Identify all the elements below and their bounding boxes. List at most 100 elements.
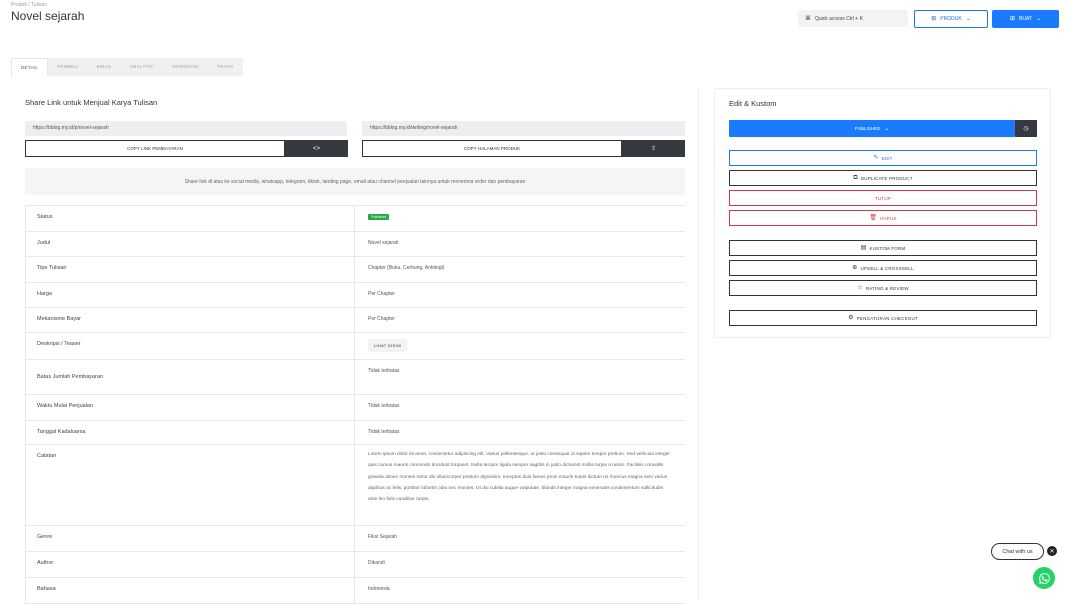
table-row: Tipe Tulisan Chapter (Buku, Cerbung, Ant… [25, 257, 685, 283]
checkout-label: PENGATURAN CHECKOUT [856, 315, 918, 321]
judul-value: Novel sejarah [368, 240, 399, 246]
table-row: Batas Jumlah Pembayaran Tidak terbatas [25, 360, 685, 395]
close-icon[interactable]: ✕ [1047, 546, 1057, 556]
share-button[interactable]: ⇧ [622, 140, 685, 157]
catatan-label: Catatan [25, 445, 355, 525]
mekanisme-value: Per Chapter [368, 316, 395, 322]
edit-kustom-panel: Edit & Kustom PUBLISHED ⌄ ◷ ✎ EDIT ⧉ DUP… [714, 88, 1051, 338]
tutup-button[interactable]: TUTUP [729, 190, 1037, 206]
produk-dropdown-button[interactable]: ⊞ PRODUK ⌄ [914, 10, 988, 28]
table-row: Author Dikandi [25, 552, 685, 578]
top-bar: Produk / Tulisan Novel sejarah ⌘ Quick a… [0, 0, 1065, 40]
edit-label: EDIT [881, 155, 893, 161]
waktu-label: Waktu Mulai Penjualan [25, 395, 355, 420]
genre-label: Genre [25, 526, 355, 551]
plus-box-icon: ⊞ [1009, 16, 1016, 22]
command-icon: ⌘ [805, 15, 811, 22]
table-row: Mekanisme Bayar Per Chapter [25, 308, 685, 333]
detail-table: Status Published Judul Novel sejarah Tip… [25, 205, 685, 604]
harga-label: Harga [25, 283, 355, 307]
breadcrumb[interactable]: Produk / Tulisan [11, 2, 47, 8]
page-title: Novel sejarah [11, 9, 85, 23]
status-badge: Published [368, 214, 390, 220]
product-link-field[interactable]: https://bblog.my.id/writing/novel-sejara… [362, 121, 685, 136]
detail-panel: Share Link untuk Menjual Karya Tulisan h… [11, 88, 699, 604]
tab-detail[interactable]: DETAIL [11, 58, 49, 76]
table-row: Waktu Mulai Penjualan Tidak terbatas [25, 395, 685, 421]
table-row: Catatan Lorem ipsum dolor sit amet, cons… [25, 445, 685, 526]
lihat-disini-button[interactable]: LIHAT DISINI [368, 339, 408, 352]
tab-track[interactable]: TRACK [208, 58, 243, 76]
gear-icon: ⚙ [848, 315, 854, 321]
batas-value: Tidak terbatas [368, 368, 400, 374]
waktu-value: Tidak terbatas [368, 403, 400, 409]
judul-label: Judul [25, 232, 355, 256]
copy-icon: ⧉ [853, 175, 858, 181]
bahasa-label: Bahasa [25, 578, 355, 603]
kadaluarsa-value: Tidak terbatas [368, 429, 400, 435]
kustom-form-button[interactable]: ▤ KUSTOM FORM [729, 240, 1037, 256]
whatsapp-button[interactable] [1033, 567, 1055, 589]
deskripsi-label: Deskripsi / Teaser [25, 333, 355, 359]
tab-analytic[interactable]: ANALYTIC [121, 58, 163, 76]
chevron-down-icon: ⌄ [965, 16, 971, 22]
upsell-label: UPSELL & CROSSSELL [860, 265, 914, 271]
share-icon: ⇧ [650, 146, 657, 152]
table-row: Bahasa Indonesia [25, 578, 685, 604]
copy-product-page-button[interactable]: COPY HALAMAN PRODUK [362, 140, 622, 157]
table-row: Genre Fiksi Sejarah [25, 526, 685, 552]
plus-box-icon: ⊞ [931, 16, 937, 22]
mekanisme-label: Mekanisme Bayar [25, 308, 355, 332]
clock-icon: ◷ [1023, 126, 1029, 132]
embed-code-button[interactable]: <> [285, 140, 348, 157]
catatan-value: Lorem ipsum dolor sit amet, consectetur … [368, 452, 671, 503]
status-label: Status [25, 206, 355, 231]
edit-icon: ✎ [873, 155, 879, 161]
tab-pembeli[interactable]: PEMBELI [48, 58, 88, 76]
share-title: Share Link untuk Menjual Karya Tulisan [25, 98, 158, 107]
duplicate-product-button[interactable]: ⧉ DUPLICATE PRODUCT [729, 170, 1037, 186]
tipe-label: Tipe Tulisan [25, 257, 355, 282]
share-notice: Share link di atas ke social media, what… [25, 168, 685, 195]
buat-dropdown-button[interactable]: ⊞ BUAT ⌄ [992, 10, 1059, 28]
tab-bar: DETAIL PEMBELI EMAIL ANALYTIC INTEGRASI … [11, 58, 243, 76]
author-label: Author [25, 552, 355, 577]
side-title: Edit & Kustom [729, 99, 777, 108]
chevron-down-icon: ⌄ [884, 125, 890, 132]
edit-button[interactable]: ✎ EDIT [729, 150, 1037, 166]
star-icon: ☆ [857, 285, 863, 291]
author-value: Dikandi [368, 560, 385, 566]
pengaturan-checkout-button[interactable]: ⚙ PENGATURAN CHECKOUT [729, 310, 1037, 326]
table-row: Deskripsi / Teaser LIHAT DISINI [25, 333, 685, 360]
produk-label: PRODUK [940, 16, 962, 22]
quick-access-label: Quick access Ctrl + K [815, 15, 863, 22]
whatsapp-icon [1038, 572, 1050, 584]
copy-payment-link-button[interactable]: COPY LINK PEMBAYARAN [25, 140, 285, 157]
form-icon: ▤ [860, 245, 867, 251]
hapus-button[interactable]: 🗑 HAPUS [729, 210, 1037, 226]
table-row: Tanggal Kadaluarsa Tidak terbatas [25, 421, 685, 445]
status-value: Published [355, 206, 685, 231]
history-button[interactable]: ◷ [1015, 120, 1037, 137]
trash-icon: 🗑 [869, 215, 878, 221]
chat-with-us-bubble[interactable]: Chat with us [991, 543, 1044, 560]
table-row: Judul Novel sejarah [25, 232, 685, 257]
duplicate-label: DUPLICATE PRODUCT [860, 175, 913, 181]
table-row: Status Published [25, 206, 685, 232]
published-dropdown-button[interactable]: PUBLISHED ⌄ [729, 120, 1015, 137]
quick-access-button[interactable]: ⌘ Quick access Ctrl + K [798, 10, 908, 27]
kustom-form-label: KUSTOM FORM [869, 245, 906, 251]
rating-review-button[interactable]: ☆ RATING & REVIEW [729, 280, 1037, 296]
payment-link-field[interactable]: https://bblog.my.id/p/novel-sejarah [25, 121, 347, 136]
table-row: Harga Per Chapter [25, 283, 685, 308]
tipe-value: Chapter (Buku, Cerbung, Antologi) [368, 265, 445, 271]
tab-email[interactable]: EMAIL [88, 58, 121, 76]
upsell-crosssell-button[interactable]: ⊕ UPSELL & CROSSSELL [729, 260, 1037, 276]
upsell-icon: ⊕ [852, 265, 858, 271]
tab-integrasi[interactable]: INTEGRASI [163, 58, 208, 76]
genre-value: Fiksi Sejarah [368, 534, 397, 540]
buat-label: BUAT [1019, 16, 1032, 22]
code-icon: <> [312, 145, 320, 152]
published-label: PUBLISHED [854, 126, 881, 131]
hapus-label: HAPUS [880, 215, 897, 221]
